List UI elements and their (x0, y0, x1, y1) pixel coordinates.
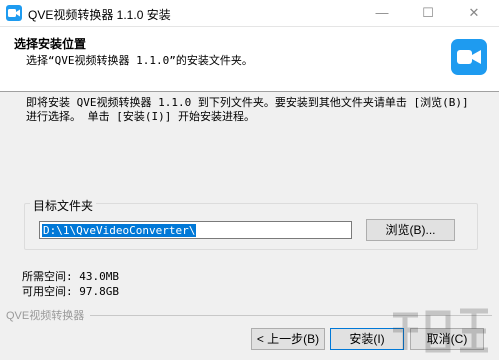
watermark-logo (393, 308, 488, 353)
wizard-header: 选择安装位置 选择“QVE视频转换器 1.1.0”的安装文件夹。 (0, 27, 499, 92)
page-title: 选择安装位置 (14, 37, 87, 51)
back-button[interactable]: < 上一步(B) (251, 328, 325, 350)
destination-folder-label: 目标文件夹 (30, 197, 97, 214)
browse-button[interactable]: 浏览(B)... (366, 219, 455, 241)
title-bar: QVE视频转换器 1.1.0 安装 — ☐ ✕ (0, 0, 499, 27)
space-required: 所需空间: 43.0MB (22, 270, 119, 283)
install-path-input[interactable]: D:\1\QveVideoConverter\ (39, 221, 352, 239)
page-subtitle: 选择“QVE视频转换器 1.1.0”的安装文件夹。 (26, 54, 253, 67)
space-available: 可用空间: 97.8GB (22, 285, 119, 298)
maximize-button[interactable]: ☐ (411, 0, 445, 26)
app-icon (6, 5, 22, 21)
minimize-button[interactable]: — (365, 0, 399, 26)
footer-brand: QVE视频转换器 (6, 310, 85, 322)
video-camera-icon (451, 39, 487, 75)
window-title: QVE视频转换器 1.1.0 安装 (28, 8, 171, 22)
close-button[interactable]: ✕ (457, 0, 491, 26)
install-path-value: D:\1\QveVideoConverter\ (42, 224, 197, 237)
install-description: 即将安装 QVE视频转换器 1.1.0 到下列文件夹。要安装到其他文件夹请单击 … (26, 96, 469, 123)
